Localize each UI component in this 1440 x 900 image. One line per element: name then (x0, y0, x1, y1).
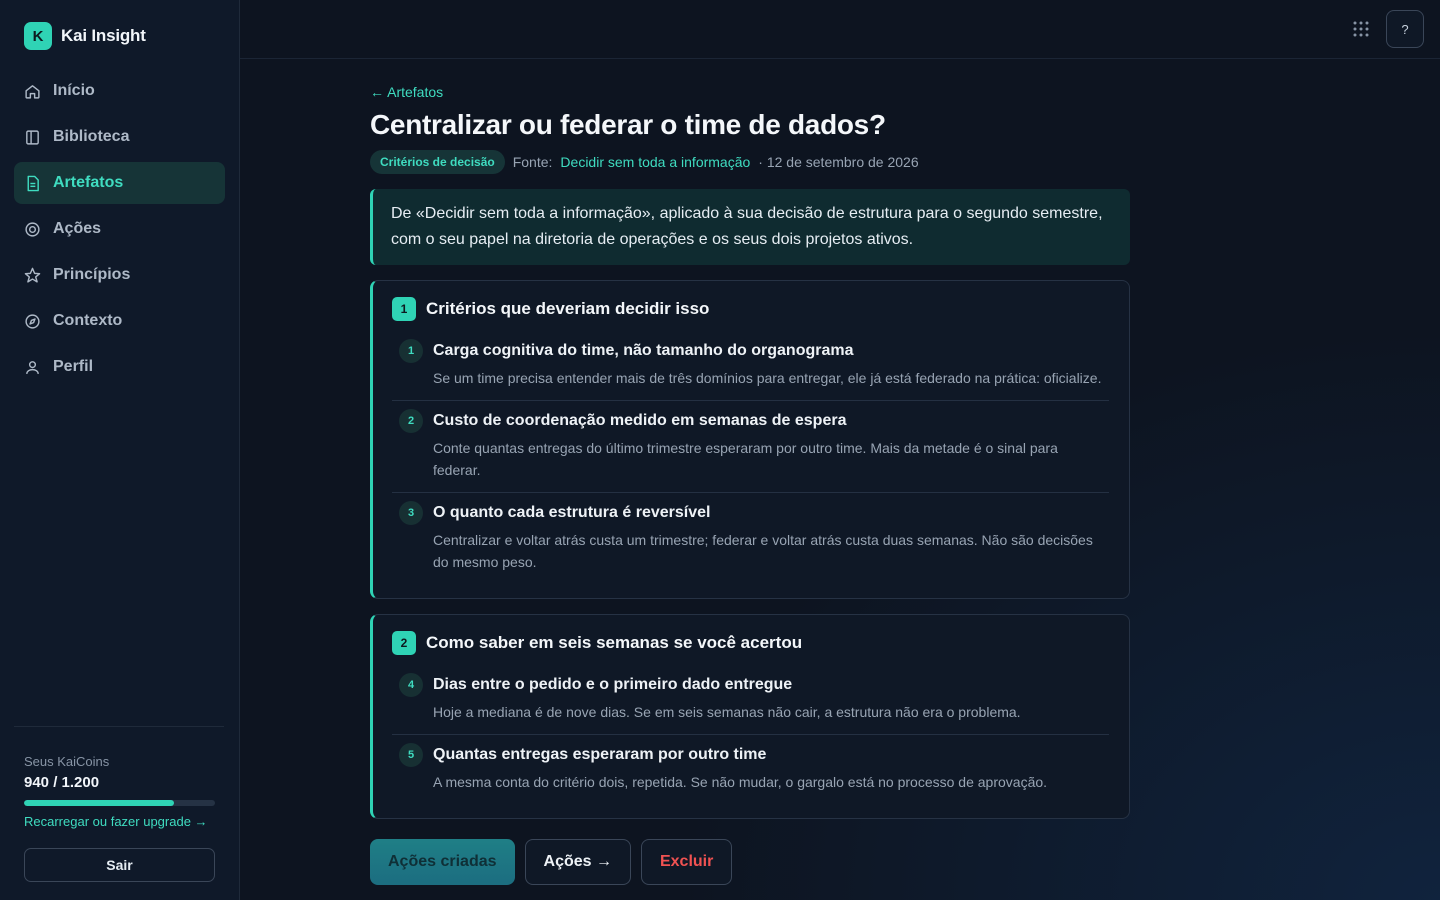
sidebar-item-principios[interactable]: Princípios (14, 254, 225, 296)
sidebar-item-label: Contexto (53, 312, 123, 329)
user-icon (24, 359, 41, 376)
sidebar-item-label: Perfil (53, 358, 94, 375)
source-prefix: Fonte: (512, 153, 553, 170)
artifact-date: · 12 de setembro de 2026 (758, 153, 919, 170)
source-link[interactable]: Decidir sem toda a informação (560, 154, 750, 170)
section-criteria: 1 Critérios que deveriam decidir isso 1 … (370, 279, 1130, 599)
coins-progress-bar (24, 800, 215, 806)
item-title: Custo de coordenação medido em semanas d… (433, 411, 847, 429)
home-icon (24, 83, 41, 100)
sidebar-item-contexto[interactable]: Contexto (14, 300, 225, 342)
action-buttons: Ações criadas Ações → Excluir (370, 838, 1130, 885)
item-number: 2 (399, 408, 423, 433)
sidebar-item-label: Início (53, 82, 95, 99)
item-body: O quanto cada estrutura é reversível Cen… (433, 503, 1109, 573)
section-header: 1 Critérios que deveriam decidir isso (392, 296, 1109, 321)
section-title: Critérios que deveriam decidir isso (426, 298, 710, 318)
document-icon (24, 175, 41, 192)
help-button[interactable]: ? (1386, 10, 1424, 48)
list-item: 3 O quanto cada estrutura é reversível C… (392, 493, 1109, 584)
item-description: Centralizar e voltar atrás custa um trim… (433, 531, 1093, 570)
topbar: ? (240, 0, 1440, 59)
sidebar-divider (14, 726, 224, 727)
list-item: 4 Dias entre o pedido e o primeiro dado … (392, 665, 1109, 735)
item-number: 4 (399, 672, 423, 697)
compass-icon (24, 313, 41, 330)
section-number: 1 (392, 296, 416, 321)
item-title: Carga cognitiva do time, não tamanho do … (433, 341, 854, 359)
sidebar-item-perfil[interactable]: Perfil (14, 346, 225, 388)
section-title: Como saber em seis semanas se você acert… (426, 632, 803, 652)
artifact-content: ← Artefatos Centralizar ou federar o tim… (370, 84, 1130, 885)
item-description: Hoje a mediana é de nove dias. Se em sei… (433, 703, 1021, 720)
sidebar-item-acoes[interactable]: Ações (14, 208, 225, 250)
section-number: 2 (392, 630, 416, 655)
item-number: 1 (399, 338, 423, 363)
brand-logo: K (24, 22, 52, 50)
back-link[interactable]: ← Artefatos (370, 84, 443, 100)
item-number: 5 (399, 742, 423, 767)
item-body: Dias entre o pedido e o primeiro dado en… (433, 675, 1109, 723)
upgrade-link[interactable]: Recarregar ou fazer upgrade → (24, 814, 208, 829)
item-body: Carga cognitiva do time, não tamanho do … (433, 341, 1109, 389)
item-description: A mesma conta do critério dois, repetida… (433, 773, 1048, 790)
item-number: 3 (399, 500, 423, 525)
page-title: Centralizar ou federar o time de dados? (370, 109, 886, 140)
section-header: 2 Como saber em seis semanas se você ace… (392, 630, 1109, 655)
item-description: Se um time precisa entender mais de três… (433, 369, 1102, 386)
sidebar-nav: Início Biblioteca Artefatos Ações Princí… (14, 70, 225, 392)
item-body: Custo de coordenação medido em semanas d… (433, 411, 1109, 481)
sidebar-item-biblioteca[interactable]: Biblioteca (14, 116, 225, 158)
artifact-meta: Critérios de decisão Fonte: Decidir sem … (370, 149, 1130, 174)
item-title: Dias entre o pedido e o primeiro dado en… (433, 675, 793, 693)
item-description: Conte quantas entregas do último trimest… (433, 439, 1058, 478)
logout-button[interactable]: Sair (24, 848, 215, 882)
actions-button[interactable]: Ações → (524, 838, 631, 885)
sidebar-item-artefatos[interactable]: Artefatos (14, 162, 225, 204)
created-actions-button[interactable]: Ações criadas (370, 838, 515, 885)
list-item: 5 Quantas entregas esperaram por outro t… (392, 735, 1109, 804)
sidebar-item-label: Biblioteca (53, 128, 130, 145)
section-items: 4 Dias entre o pedido e o primeiro dado … (392, 665, 1109, 804)
item-title: Quantas entregas esperaram por outro tim… (433, 745, 767, 763)
category-tag: Critérios de decisão (370, 149, 505, 174)
apps-grid-icon[interactable] (1352, 20, 1370, 38)
coins-label: Seus KaiCoins (24, 754, 110, 769)
brand-name: Kai Insight (61, 26, 146, 45)
section-validation: 2 Como saber em seis semanas se você ace… (370, 613, 1130, 819)
brand[interactable]: K Kai Insight (24, 22, 146, 50)
star-icon (24, 267, 41, 284)
item-body: Quantas entregas esperaram por outro tim… (433, 745, 1109, 793)
sidebar: K Kai Insight Início Biblioteca Artefato… (0, 0, 240, 900)
coins-progress-fill (24, 800, 174, 806)
main-content: ? ← Artefatos Centralizar ou federar o t… (240, 0, 1440, 900)
intro-callout: De «Decidir sem toda a informação», apli… (370, 188, 1130, 265)
sidebar-item-label: Princípios (53, 266, 131, 283)
sidebar-item-label: Artefatos (53, 174, 124, 191)
item-title: O quanto cada estrutura é reversível (433, 503, 711, 521)
coins-value: 940 / 1.200 (24, 774, 100, 791)
list-item: 1 Carga cognitiva do time, não tamanho d… (392, 331, 1109, 401)
section-items: 1 Carga cognitiva do time, não tamanho d… (392, 331, 1109, 584)
book-icon (24, 129, 41, 146)
delete-button[interactable]: Excluir (640, 838, 733, 885)
sidebar-item-label: Ações (53, 220, 102, 237)
target-icon (24, 221, 41, 238)
sidebar-item-inicio[interactable]: Início (14, 70, 225, 112)
list-item: 2 Custo de coordenação medido em semanas… (392, 401, 1109, 493)
